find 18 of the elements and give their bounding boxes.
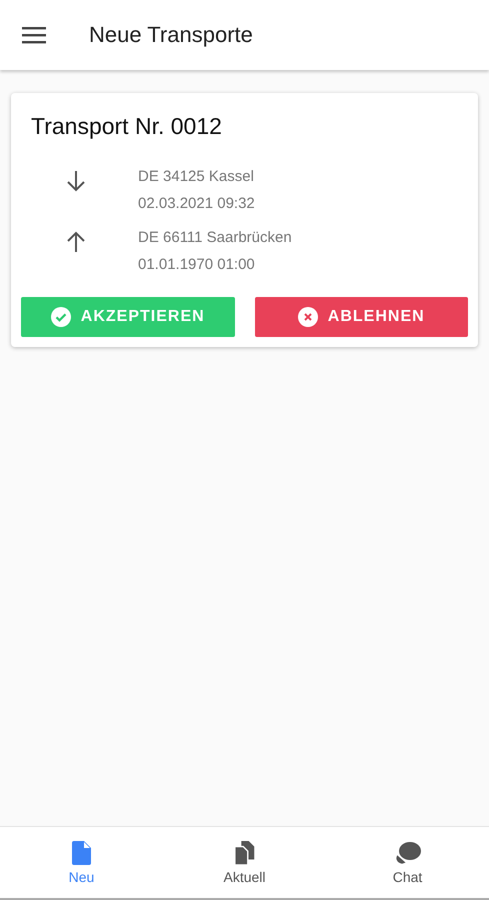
check-circle-icon bbox=[50, 307, 71, 327]
document-icon bbox=[72, 840, 92, 864]
stop-time: 01.01.1970 01:00 bbox=[138, 255, 256, 275]
accept-button[interactable]: AKZEPTIEREN bbox=[21, 297, 234, 337]
nav-tab[interactable]: Aktuell bbox=[163, 827, 326, 898]
nav-tab[interactable]: Chat bbox=[326, 827, 489, 898]
screen-title: Neue Transporte bbox=[89, 22, 253, 48]
menu-icon[interactable] bbox=[22, 26, 46, 44]
stop-address: DE 34125 Kassel bbox=[138, 167, 255, 187]
close-circle-icon bbox=[298, 307, 318, 327]
arrow-down-icon bbox=[66, 170, 86, 192]
arrow-up-icon bbox=[66, 231, 86, 253]
stop-address: DE 66111 Saarbrücken bbox=[138, 228, 292, 248]
chat-icon bbox=[394, 840, 420, 864]
stop-time: 02.03.2021 09:32 bbox=[138, 194, 255, 214]
nav-tab[interactable]: Neu bbox=[0, 827, 163, 898]
card-title: Transport Nr. 0012 bbox=[31, 113, 223, 140]
reject-button[interactable]: ABLEHNEN bbox=[254, 297, 468, 337]
